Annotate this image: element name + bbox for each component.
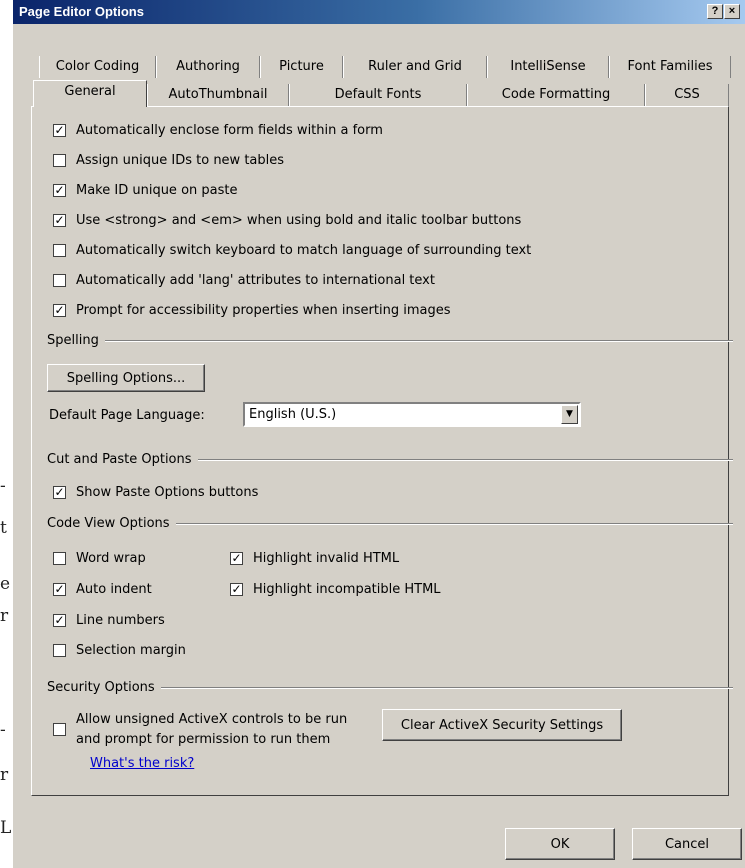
checkbox-unique-ids-tables[interactable]: Assign unique IDs to new tables	[53, 153, 284, 168]
checkbox-allow-activex[interactable]	[53, 723, 66, 736]
checkbox-label: Assign unique IDs to new tables	[76, 153, 285, 168]
checkbox-label: Automatically add 'lang' attributes to i…	[76, 273, 435, 288]
checkbox-label: Selection margin	[76, 643, 186, 658]
background-document-fragment: - t e r - r L	[0, 476, 12, 838]
checkbox-switch-keyboard[interactable]: Automatically switch keyboard to match l…	[53, 243, 531, 258]
allow-activex-label-line2: and prompt for permission to run them	[76, 732, 331, 747]
tab-css[interactable]: CSS	[645, 84, 729, 106]
tab-picture[interactable]: Picture	[260, 56, 343, 78]
checkbox-word-wrap[interactable]: Word wrap	[53, 551, 146, 566]
checkbox-label: Word wrap	[76, 551, 146, 566]
checkbox-box	[53, 244, 66, 257]
checkbox-box	[53, 552, 66, 565]
tab-default-fonts[interactable]: Default Fonts	[289, 84, 467, 106]
spelling-options-button[interactable]: Spelling Options...	[47, 364, 205, 392]
tab-intellisense[interactable]: IntelliSense	[487, 56, 609, 78]
checkbox-box	[53, 274, 66, 287]
security-section-heading: Security Options	[47, 680, 733, 695]
checkbox-highlight-invalid-html[interactable]: ✓ Highlight invalid HTML	[230, 551, 399, 566]
checkbox-box: ✓	[53, 582, 66, 596]
tab-autothumbnail[interactable]: AutoThumbnail	[147, 84, 289, 106]
tab-code-formatting[interactable]: Code Formatting	[467, 84, 645, 106]
cancel-button[interactable]: Cancel	[632, 828, 742, 860]
checkbox-box: ✓	[53, 123, 66, 137]
checkbox-show-paste-options[interactable]: ✓ Show Paste Options buttons	[53, 485, 258, 500]
tab-general[interactable]: General	[33, 80, 147, 107]
whats-the-risk-link[interactable]: What's the risk?	[90, 756, 194, 771]
checkbox-label: Auto indent	[76, 582, 152, 597]
checkbox-label: Highlight incompatible HTML	[253, 582, 441, 597]
default-language-select[interactable]: English (U.S.) ▼	[243, 402, 581, 427]
default-language-label: Default Page Language:	[49, 408, 205, 423]
checkbox-box: ✓	[53, 183, 66, 197]
allow-activex-label-line1: Allow unsigned ActiveX controls to be ru…	[76, 712, 348, 727]
title-bar: Page Editor Options ? ×	[13, 0, 745, 24]
checkbox-auto-indent[interactable]: ✓ Auto indent	[53, 582, 152, 597]
checkbox-unique-id-on-paste[interactable]: ✓ Make ID unique on paste	[53, 183, 237, 198]
checkbox-selection-margin[interactable]: Selection margin	[53, 643, 186, 658]
dialog-title: Page Editor Options	[19, 4, 144, 19]
checkbox-lang-attributes[interactable]: Automatically add 'lang' attributes to i…	[53, 273, 435, 288]
checkbox-box: ✓	[230, 551, 243, 565]
checkbox-label: Use <strong> and <em> when using bold an…	[76, 213, 522, 228]
spelling-section-heading: Spelling	[47, 333, 733, 348]
ok-button[interactable]: OK	[505, 828, 615, 860]
checkbox-accessibility-prompt[interactable]: ✓ Prompt for accessibility properties wh…	[53, 303, 450, 318]
checkbox-box: ✓	[53, 303, 66, 317]
checkbox-label: Prompt for accessibility properties when…	[76, 303, 451, 318]
tab-authoring[interactable]: Authoring	[156, 56, 260, 78]
tab-font-families[interactable]: Font Families	[609, 56, 731, 78]
checkbox-label: Highlight invalid HTML	[253, 551, 400, 566]
chevron-down-icon[interactable]: ▼	[561, 405, 578, 424]
code-view-section-heading: Code View Options	[47, 516, 733, 531]
tab-color-coding[interactable]: Color Coding	[39, 56, 156, 78]
checkbox-box	[53, 154, 66, 167]
default-language-value: English (U.S.)	[249, 407, 337, 422]
checkbox-box: ✓	[53, 613, 66, 627]
checkbox-label: Make ID unique on paste	[76, 183, 238, 198]
checkbox-box: ✓	[53, 213, 66, 227]
checkbox-box	[53, 644, 66, 657]
help-button[interactable]: ?	[707, 4, 723, 19]
cut-paste-section-heading: Cut and Paste Options	[47, 452, 733, 467]
checkbox-label: Automatically enclose form fields within…	[76, 123, 383, 138]
tab-ruler-and-grid[interactable]: Ruler and Grid	[343, 56, 487, 78]
checkbox-strong-em[interactable]: ✓ Use <strong> and <em> when using bold …	[53, 213, 521, 228]
checkbox-box: ✓	[230, 582, 243, 596]
checkbox-highlight-incompatible-html[interactable]: ✓ Highlight incompatible HTML	[230, 582, 441, 597]
clear-activex-settings-button[interactable]: Clear ActiveX Security Settings	[382, 709, 622, 741]
checkbox-label: Line numbers	[76, 613, 165, 628]
close-button[interactable]: ×	[724, 4, 740, 19]
checkbox-label: Automatically switch keyboard to match l…	[76, 243, 532, 258]
checkbox-label: Show Paste Options buttons	[76, 485, 259, 500]
page-editor-options-dialog: Page Editor Options ? × Color Coding Aut…	[12, 0, 745, 868]
checkbox-box: ✓	[53, 485, 66, 499]
checkbox-line-numbers[interactable]: ✓ Line numbers	[53, 613, 165, 628]
checkbox-enclose-form-fields[interactable]: ✓ Automatically enclose form fields with…	[53, 123, 383, 138]
